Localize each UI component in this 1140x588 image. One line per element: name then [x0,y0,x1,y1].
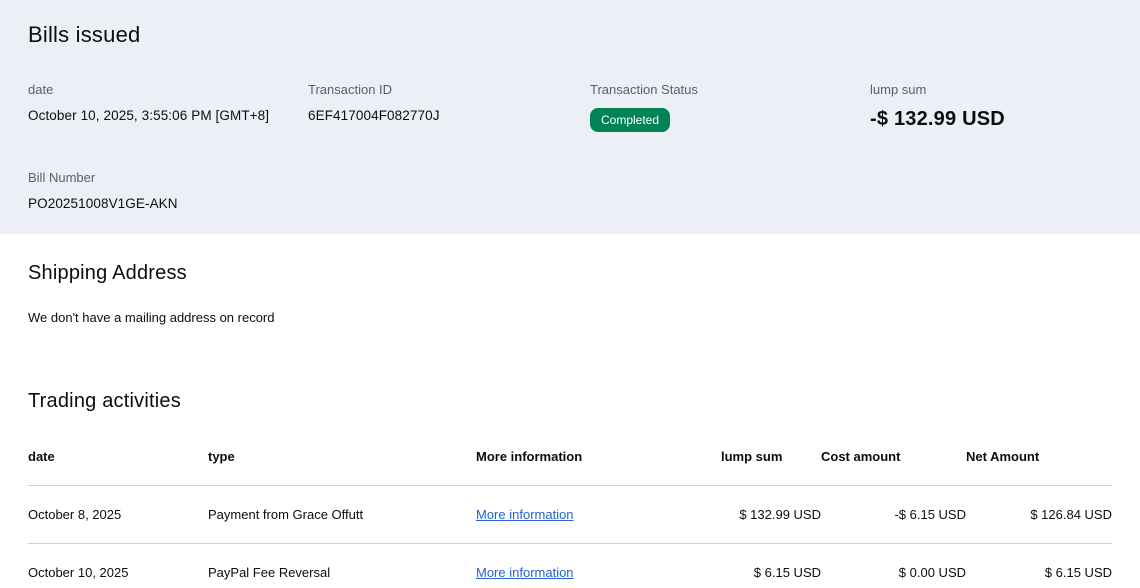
shipping-address-section: Shipping Address We don't have a mailing… [0,234,1140,325]
field-lump-sum-label: lump sum [870,82,927,97]
table-row: October 8, 2025 Payment from Grace Offut… [28,485,1112,544]
shipping-address-heading: Shipping Address [28,262,187,284]
shipping-address-message: We don't have a mailing address on recor… [28,310,275,325]
field-date-label: date [28,82,54,97]
summary-fields-row-2: Bill Number PO20251008V1GE-AKN [28,170,1112,211]
field-bill-number-value: PO20251008V1GE-AKN [28,196,178,211]
transaction-summary-panel: Bills issued date October 10, 2025, 3:55… [0,0,1140,234]
table-row: October 10, 2025 PayPal Fee Reversal Mor… [28,543,1112,588]
field-transaction-id: Transaction ID 6EF417004F082770J [308,82,590,132]
row-more-information-cell: More information [476,543,721,588]
field-date-value: October 10, 2025, 3:55:06 PM [GMT+8] [28,108,270,123]
page-title: Bills issued [28,22,141,47]
row-type: PayPal Fee Reversal [208,543,476,588]
row-lump-sum: $ 132.99 USD [721,485,821,544]
column-header-net-amount: Net Amount [966,429,1112,486]
status-badge: Completed [590,108,671,132]
field-transaction-id-value: 6EF417004F082770J [308,108,440,123]
trading-activities-table: date type More information lump sum Cost… [28,429,1112,588]
row-date: October 8, 2025 [28,485,208,544]
field-transaction-status: Transaction Status Completed [590,82,870,132]
row-cost-amount: -$ 6.15 USD [821,485,966,544]
more-information-link[interactable]: More information [476,565,574,580]
more-information-link[interactable]: More information [476,507,574,522]
field-lump-sum: lump sum -$ 132.99 USD [870,82,1112,132]
row-date: October 10, 2025 [28,543,208,588]
field-transaction-id-label: Transaction ID [308,82,393,97]
row-net-amount: $ 6.15 USD [966,543,1112,588]
column-header-more-information: More information [476,429,721,486]
row-net-amount: $ 126.84 USD [966,485,1112,544]
field-bill-number: Bill Number PO20251008V1GE-AKN [28,170,308,211]
field-transaction-status-label: Transaction Status [590,82,698,97]
row-more-information-cell: More information [476,485,721,544]
column-header-cost-amount: Cost amount [821,429,966,486]
summary-fields-row-1: date October 10, 2025, 3:55:06 PM [GMT+8… [28,82,1112,132]
field-lump-sum-value: -$ 132.99 USD [870,108,1005,130]
row-type: Payment from Grace Offutt [208,485,476,544]
column-header-lump-sum: lump sum [721,429,821,486]
table-header-row: date type More information lump sum Cost… [28,429,1112,486]
row-cost-amount: $ 0.00 USD [821,543,966,588]
column-header-type: type [208,429,476,486]
trading-activities-heading: Trading activities [28,390,181,412]
column-header-date: date [28,429,208,486]
trading-activities-section: Trading activities date type More inform… [0,325,1140,588]
field-date: date October 10, 2025, 3:55:06 PM [GMT+8… [28,82,308,132]
field-bill-number-label: Bill Number [28,170,96,185]
row-lump-sum: $ 6.15 USD [721,543,821,588]
